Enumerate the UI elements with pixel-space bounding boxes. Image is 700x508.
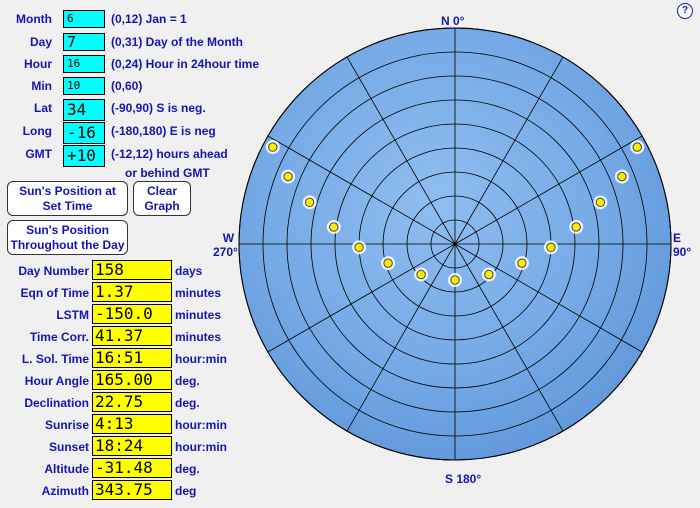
sun-position-marker xyxy=(329,222,339,232)
sun-position-marker xyxy=(450,275,460,285)
east-label: E 90° xyxy=(673,231,691,259)
east-letter: E xyxy=(673,231,682,245)
west-letter: W xyxy=(222,231,235,245)
sun-position-marker xyxy=(546,242,556,253)
sun-position-marker xyxy=(304,197,315,208)
sun-position-marker xyxy=(632,142,642,152)
west-label: W 270° xyxy=(213,231,238,259)
sun-position-marker xyxy=(383,258,393,268)
north-label: N 0° xyxy=(441,14,465,28)
east-degrees: 90° xyxy=(673,245,692,259)
sun-path-polar-plot xyxy=(238,27,672,461)
sun-position-marker xyxy=(571,222,581,232)
sun-position-marker xyxy=(517,258,527,268)
sun-position-calculator: ? Month 6 (0,12) Jan = 1 Day 7 (0,31) Day of … xyxy=(0,0,700,508)
sun-position-marker xyxy=(283,171,293,182)
west-degrees: 270° xyxy=(213,245,238,259)
sun-position-marker xyxy=(595,197,606,208)
sun-position-marker xyxy=(416,269,426,280)
sun-position-marker xyxy=(484,269,494,280)
sun-position-marker xyxy=(354,242,364,253)
sun-position-marker xyxy=(617,171,627,182)
south-label: S 180° xyxy=(445,472,482,486)
sun-position-marker xyxy=(268,142,278,152)
